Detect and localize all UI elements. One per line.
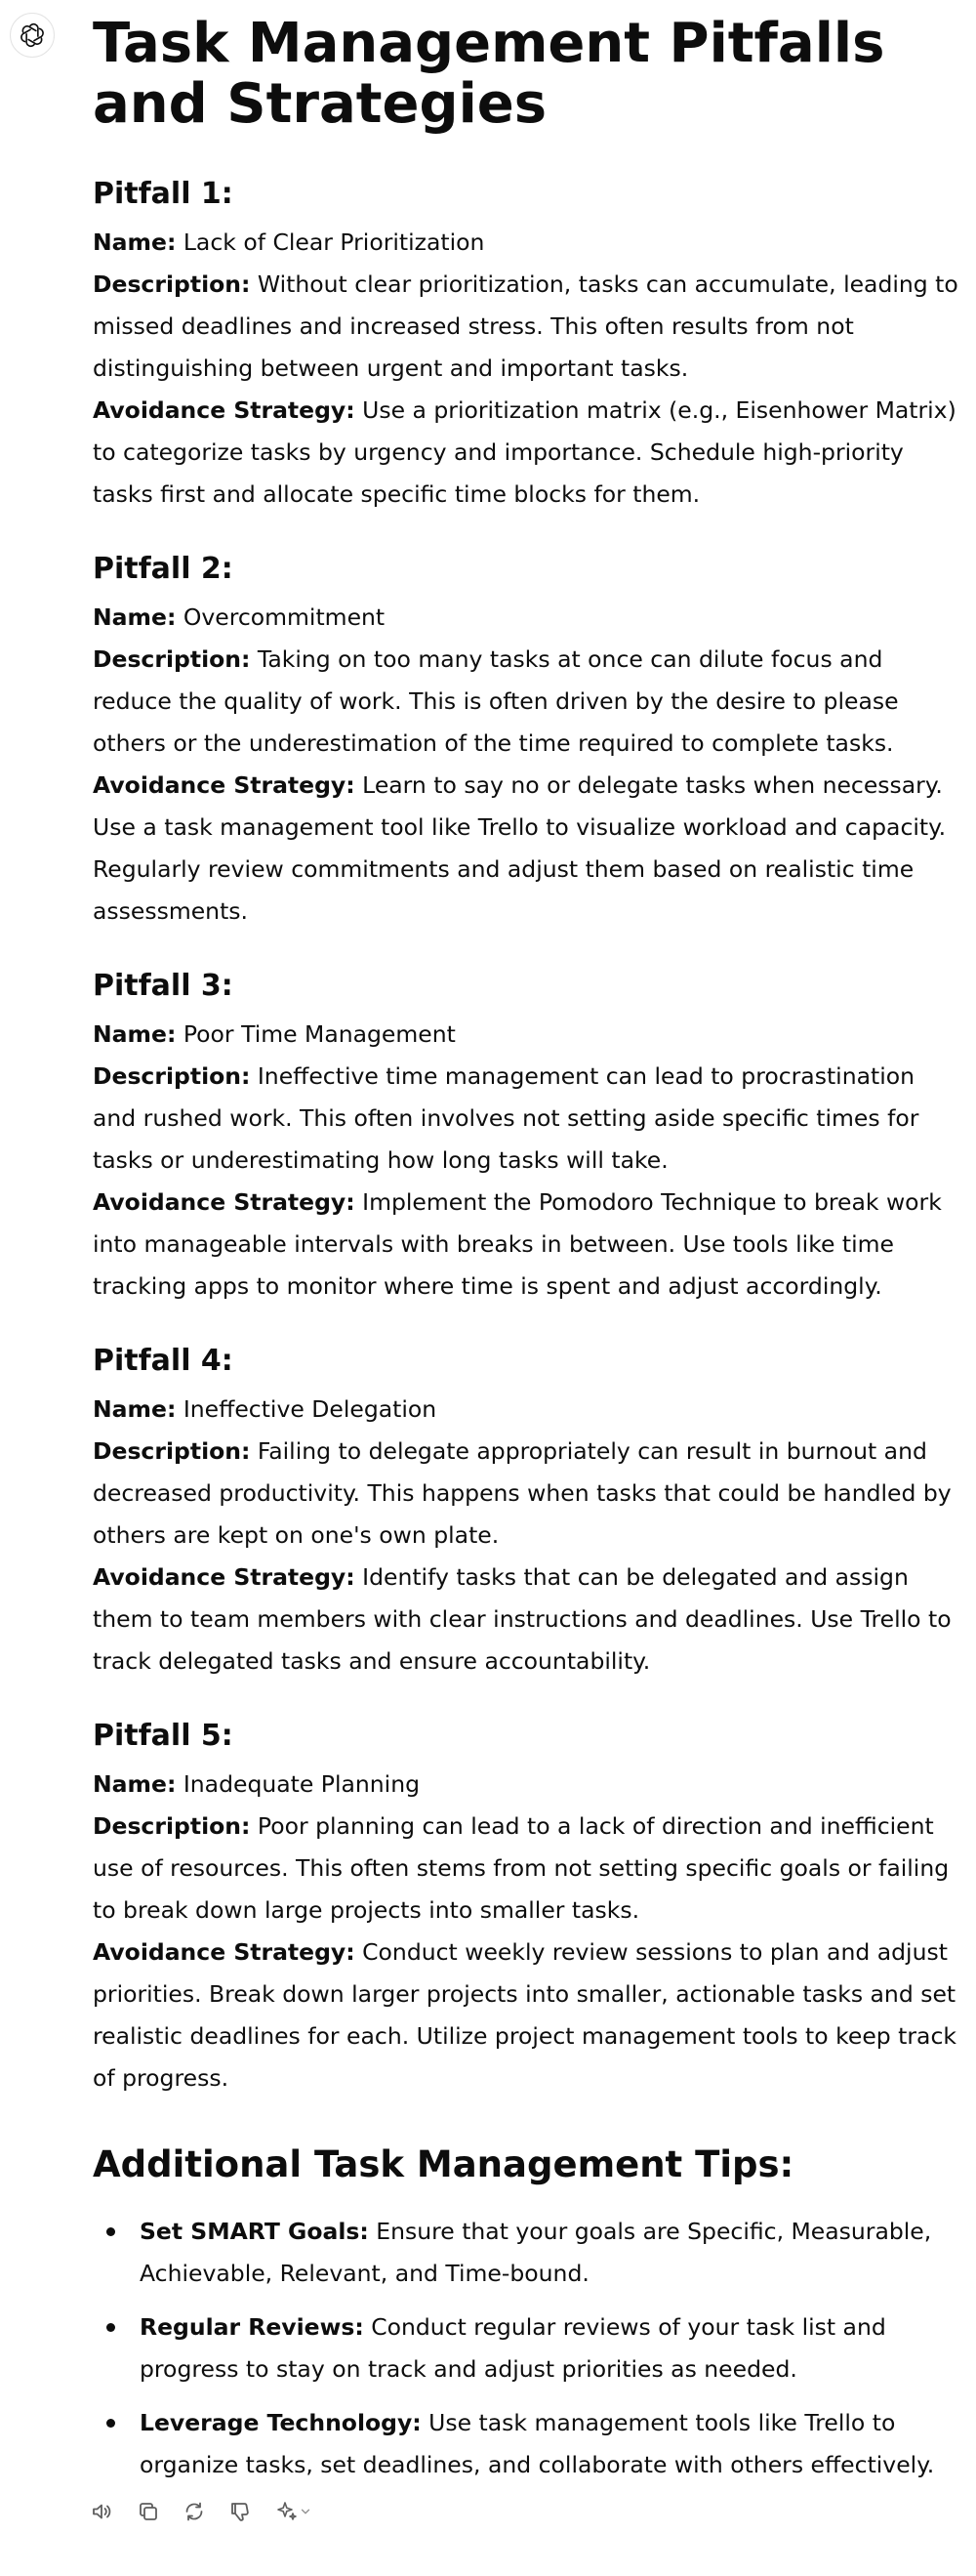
tip-item: Set SMART Goals: Ensure that your goals … (93, 2211, 961, 2295)
change-model-button[interactable] (269, 2495, 318, 2527)
pitfall-strategy: Avoidance Strategy: Use a prioritization… (93, 390, 961, 516)
pitfall-strategy: Avoidance Strategy: Learn to say no or d… (93, 765, 961, 933)
pitfall-description: Description: Ineffective time management… (93, 1056, 961, 1182)
strategy-label: Avoidance Strategy: (93, 1563, 355, 1591)
speaker-icon (92, 2504, 110, 2518)
thumbs-down-icon (230, 2502, 249, 2521)
pitfall-heading: Pitfall 1: (93, 177, 233, 211)
read-aloud-button[interactable] (86, 2495, 118, 2527)
pitfall-heading: Pitfall 3: (93, 969, 233, 1003)
tip-item: Regular Reviews: Conduct regular reviews… (93, 2306, 961, 2390)
pitfall-section-2: Pitfall 2: Name: Overcommitment Descript… (93, 550, 961, 933)
pitfall-heading: Pitfall 4: (93, 1344, 233, 1378)
name-label: Name: (93, 229, 177, 256)
pitfall-heading: Pitfall 5: (93, 1719, 233, 1753)
tip-item: Leverage Technology: Use task management… (93, 2402, 961, 2486)
description-label: Description: (93, 1437, 251, 1465)
message-content: Task Management Pitfalls and Strategies … (93, 0, 961, 2498)
name-label: Name: (93, 603, 177, 631)
strategy-label: Avoidance Strategy: (93, 396, 355, 424)
pitfall-description: Description: Failing to delegate appropr… (93, 1431, 961, 1557)
pitfall-name: Name: Ineffective Delegation (93, 1389, 961, 1431)
assistant-avatar (10, 13, 55, 58)
name-label: Name: (93, 1020, 177, 1048)
pitfall-strategy: Avoidance Strategy: Identify tasks that … (93, 1557, 961, 1683)
regenerate-button[interactable] (178, 2495, 210, 2527)
pitfall-description: Description: Without clear prioritizatio… (93, 264, 961, 390)
description-label: Description: (93, 1812, 251, 1840)
pitfall-name: Name: Lack of Clear Prioritization (93, 222, 961, 264)
pitfall-description: Description: Poor planning can lead to a… (93, 1806, 961, 1932)
strategy-label: Avoidance Strategy: (93, 1938, 355, 1966)
bad-response-button[interactable] (224, 2495, 256, 2527)
pitfall-name-value: Poor Time Management (183, 1020, 456, 1048)
pitfall-strategy: Avoidance Strategy: Conduct weekly revie… (93, 1932, 961, 2099)
message-actions (86, 2495, 318, 2527)
chevron-down-icon (301, 2509, 310, 2514)
pitfall-name-value: Inadequate Planning (183, 1770, 421, 1798)
pitfall-name-value: Overcommitment (183, 603, 386, 631)
pitfall-name: Name: Overcommitment (93, 597, 961, 639)
tip-label: Leverage Technology: (140, 2409, 422, 2436)
openai-logo-icon (20, 22, 44, 48)
pitfall-name-value: Lack of Clear Prioritization (183, 229, 485, 256)
description-label: Description: (93, 270, 251, 298)
pitfall-section-3: Pitfall 3: Name: Poor Time Management De… (93, 967, 961, 1308)
pitfall-section-1: Pitfall 1: Name: Lack of Clear Prioritiz… (93, 175, 961, 516)
pitfall-section-4: Pitfall 4: Name: Ineffective Delegation … (93, 1342, 961, 1683)
tip-label: Set SMART Goals: (140, 2218, 369, 2245)
strategy-label: Avoidance Strategy: (93, 771, 355, 799)
description-label: Description: (93, 1062, 251, 1090)
description-label: Description: (93, 645, 251, 673)
tip-label: Regular Reviews: (140, 2313, 364, 2341)
page-title: Task Management Pitfalls and Strategies (93, 12, 885, 136)
pitfall-heading: Pitfall 2: (93, 552, 233, 586)
tips-list: Set SMART Goals: Ensure that your goals … (93, 2211, 961, 2486)
sparkle-icon (277, 2501, 297, 2520)
strategy-label: Avoidance Strategy: (93, 1188, 355, 1216)
copy-button[interactable] (132, 2495, 164, 2527)
pitfall-strategy: Avoidance Strategy: Implement the Pomodo… (93, 1182, 961, 1308)
regenerate-icon (185, 2502, 202, 2520)
pitfall-name: Name: Inadequate Planning (93, 1764, 961, 1806)
copy-icon (139, 2502, 157, 2520)
pitfall-name: Name: Poor Time Management (93, 1014, 961, 1056)
tips-heading: Additional Task Management Tips: (93, 2143, 794, 2185)
name-label: Name: (93, 1770, 177, 1798)
pitfall-section-5: Pitfall 5: Name: Inadequate Planning Des… (93, 1717, 961, 2099)
pitfall-description: Description: Taking on too many tasks at… (93, 639, 961, 765)
name-label: Name: (93, 1395, 177, 1423)
pitfall-name-value: Ineffective Delegation (183, 1395, 437, 1423)
